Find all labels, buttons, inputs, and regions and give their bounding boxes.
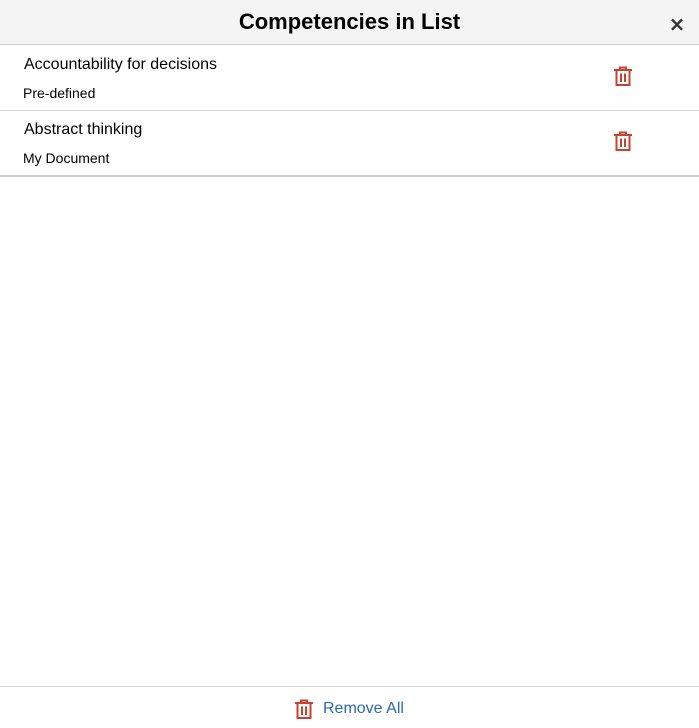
list-item: Accountability for decisions Pre-defined xyxy=(0,46,699,111)
competency-list: Accountability for decisions Pre-defined… xyxy=(0,46,699,177)
dialog-title: Competencies in List xyxy=(238,9,461,34)
remove-all-label: Remove All xyxy=(323,700,404,717)
trash-icon xyxy=(614,131,632,151)
dialog-footer: Remove All xyxy=(0,686,699,728)
delete-button[interactable] xyxy=(612,65,634,87)
competency-name: Abstract thinking xyxy=(24,121,143,138)
trash-icon xyxy=(295,699,313,719)
list-item: Abstract thinking My Document xyxy=(0,111,699,177)
trash-icon xyxy=(614,66,632,86)
competency-source: Pre-defined xyxy=(23,85,96,101)
close-icon: × xyxy=(668,12,686,36)
remove-all-button[interactable]: Remove All xyxy=(293,698,404,720)
competency-name: Accountability for decisions xyxy=(24,56,217,73)
competencies-dialog: Competencies in List × Accountability fo… xyxy=(0,0,699,728)
competency-source: My Document xyxy=(23,150,110,166)
dialog-header: Competencies in List × xyxy=(0,0,699,45)
close-button[interactable]: × xyxy=(665,11,689,37)
delete-button[interactable] xyxy=(612,130,634,152)
